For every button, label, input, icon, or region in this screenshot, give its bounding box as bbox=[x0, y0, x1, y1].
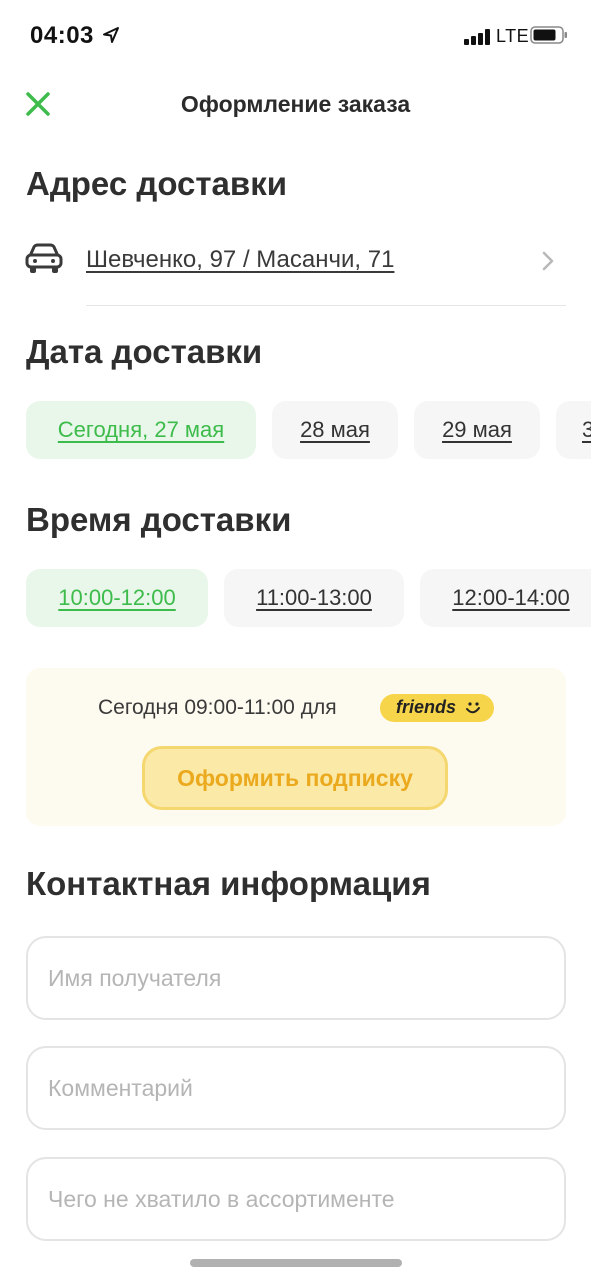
comment-input[interactable] bbox=[28, 1048, 564, 1128]
smile-icon bbox=[466, 702, 480, 714]
date-chip-today[interactable]: Сегодня, 27 мая bbox=[26, 401, 256, 459]
status-time: 04:03 bbox=[30, 22, 94, 49]
date-chip[interactable]: 3 bbox=[556, 401, 591, 459]
subscription-promo: Сегодня 09:00-11:00 для friends Оформить… bbox=[26, 668, 566, 826]
contact-section-title: Контактная информация bbox=[26, 865, 431, 902]
car-icon bbox=[25, 243, 63, 273]
address-link: Шевченко, 97 / Масанчи, 71 bbox=[86, 246, 395, 273]
status-bar: 04:03 LTE bbox=[0, 0, 591, 70]
location-arrow-icon bbox=[103, 27, 119, 43]
friends-badge: friends bbox=[380, 694, 494, 722]
recipient-name-field bbox=[26, 936, 566, 1020]
home-indicator bbox=[190, 1259, 402, 1267]
time-chip[interactable]: 12:00-14:00 bbox=[420, 569, 591, 627]
page-title: Оформление заказа bbox=[180, 91, 411, 117]
date-options: Сегодня, 27 мая 28 мая 29 мая 3 bbox=[0, 401, 591, 459]
date-section-title: Дата доставки bbox=[26, 333, 263, 370]
signal-icon bbox=[464, 29, 490, 45]
address-row[interactable]: Шевченко, 97 / Масанчи, 71 bbox=[24, 236, 566, 286]
chevron-right-icon bbox=[542, 251, 554, 271]
battery-icon bbox=[530, 26, 567, 44]
time-chip-selected[interactable]: 10:00-12:00 bbox=[26, 569, 208, 627]
address-section-title: Адрес доставки bbox=[26, 165, 288, 202]
time-chip[interactable]: 11:00-13:00 bbox=[224, 569, 404, 627]
date-chip[interactable]: 29 мая bbox=[414, 401, 540, 459]
time-options: 10:00-12:00 11:00-13:00 12:00-14:00 bbox=[0, 569, 591, 627]
missing-items-input[interactable] bbox=[28, 1159, 564, 1239]
missing-items-field bbox=[26, 1157, 566, 1241]
time-section-title: Время доставки bbox=[26, 501, 292, 538]
comment-field bbox=[26, 1046, 566, 1130]
recipient-name-input[interactable] bbox=[28, 938, 564, 1018]
date-chip[interactable]: 28 мая bbox=[272, 401, 398, 459]
promo-text: Сегодня 09:00-11:00 для bbox=[98, 696, 337, 719]
friends-badge-label: friends bbox=[396, 697, 457, 717]
network-type: LTE bbox=[496, 26, 530, 46]
subscribe-button[interactable]: Оформить подписку bbox=[142, 746, 448, 810]
divider bbox=[86, 305, 566, 306]
